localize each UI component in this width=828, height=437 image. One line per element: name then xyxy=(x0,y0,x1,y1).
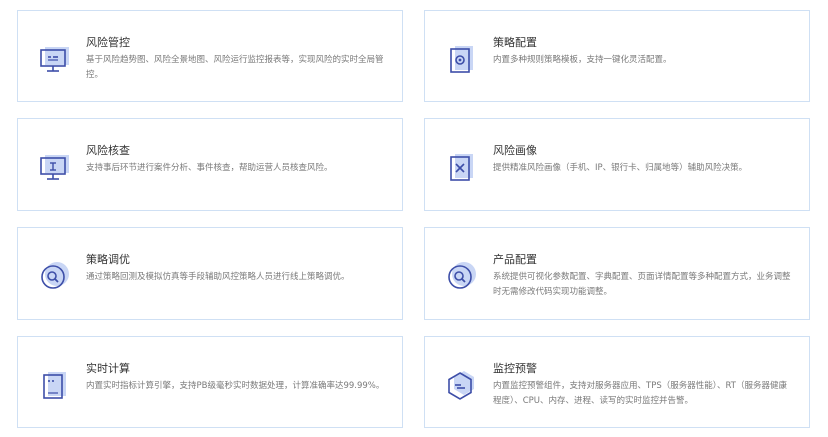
card-description: 内置实时指标计算引擎，支持PB级毫秒实时数据处理，计算准确率达99.99%。 xyxy=(86,381,385,391)
feature-card-risk-check: 风险核查 支持事后环节进行案件分析、事件核查，帮助运营人员核查风险。 xyxy=(17,118,403,211)
search-icon xyxy=(445,260,477,292)
card-title: 风险画像 xyxy=(493,144,537,157)
phone-settings-icon xyxy=(445,43,477,75)
card-title: 策略调优 xyxy=(86,253,130,266)
card-title: 风险核查 xyxy=(86,144,130,157)
card-description: 内置多种规则策略模板，支持一键化灵活配置。 xyxy=(493,55,672,65)
document-icon xyxy=(38,369,70,401)
card-title: 监控预警 xyxy=(493,362,537,375)
feature-card-risk-profile: 风险画像 提供精准风险画像（手机、IP、银行卡、归属地等）辅助风险决策。 xyxy=(424,118,810,211)
card-description: 提供精准风险画像（手机、IP、银行卡、归属地等）辅助风险决策。 xyxy=(493,163,748,173)
card-description: 内置监控预警组件，支持对服务器应用、TPS（服务器性能）、RT（服务器健康程度）… xyxy=(493,381,787,406)
card-description: 通过策略回测及模拟仿真等手段辅助风控策略人员进行线上策略调优。 xyxy=(86,272,350,282)
search-icon xyxy=(38,260,70,292)
card-title: 策略配置 xyxy=(493,36,537,49)
feature-card-product-config: 产品配置 系统提供可视化参数配置、字典配置、页面详情配置等多种配置方式，业务调整… xyxy=(424,227,810,320)
feature-card-risk-control: 风险管控 基于风险趋势图、风险全景地图、风险运行监控报表等，实现风险的实时全局管… xyxy=(17,10,403,102)
monitor-check-icon xyxy=(38,151,70,183)
feature-card-realtime-compute: 实时计算 内置实时指标计算引擎，支持PB级毫秒实时数据处理，计算准确率达99.9… xyxy=(17,336,403,428)
card-description: 支持事后环节进行案件分析、事件核查，帮助运营人员核查风险。 xyxy=(86,163,333,173)
document-x-icon xyxy=(445,151,477,183)
card-title: 风险管控 xyxy=(86,36,130,49)
feature-card-strategy-tuning: 策略调优 通过策略回测及模拟仿真等手段辅助风控策略人员进行线上策略调优。 xyxy=(17,227,403,320)
feature-card-monitor-alert: 监控预警 内置监控预警组件，支持对服务器应用、TPS（服务器性能）、RT（服务器… xyxy=(424,336,810,428)
feature-card-strategy-config: 策略配置 内置多种规则策略模板，支持一键化灵活配置。 xyxy=(424,10,810,102)
card-title: 实时计算 xyxy=(86,362,130,375)
card-title: 产品配置 xyxy=(493,253,537,266)
card-description: 基于风险趋势图、风险全景地图、风险运行监控报表等，实现风险的实时全局管控。 xyxy=(86,55,384,80)
card-description: 系统提供可视化参数配置、字典配置、页面详情配置等多种配置方式，业务调整时无需修改… xyxy=(493,272,791,297)
monitor-icon xyxy=(38,43,70,75)
hexagon-alert-icon xyxy=(445,369,477,401)
